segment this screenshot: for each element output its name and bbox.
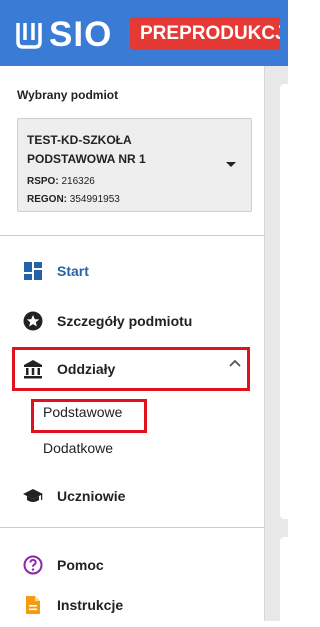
nav-label-instructions: Instrukcje (57, 597, 124, 613)
nav-item-start[interactable]: Start (0, 251, 265, 291)
nav-label-divisions: Oddziały (57, 361, 116, 377)
nav-label-start: Start (57, 263, 89, 279)
regon-value: 354991953 (69, 194, 120, 205)
entity-name: TEST-KD-SZKOŁA PODSTAWOWA NR 1 (27, 131, 207, 169)
divider (0, 235, 265, 236)
content-card (280, 84, 292, 519)
nav-label-students: Uczniowie (57, 488, 126, 504)
graduation-cap-icon (23, 489, 43, 502)
entity-name-line1: TEST-KD-SZKOŁA (27, 133, 132, 147)
entity-regon: REGON: 354991953 (27, 194, 120, 205)
nav-label-help: Pomoc (57, 557, 104, 573)
institution-icon (24, 360, 42, 379)
environment-badge: PREPRODUKCJA (130, 17, 280, 50)
dashboard-icon (24, 262, 42, 280)
entity-selector[interactable]: TEST-KD-SZKOŁA PODSTAWOWA NR 1 RSPO: 216… (17, 118, 252, 212)
content-card-lower (280, 537, 292, 627)
star-badge-icon (23, 311, 43, 331)
nav-item-students[interactable]: Uczniowie (0, 476, 265, 516)
selected-entity-label: Wybrany podmiot (17, 88, 119, 102)
help-circle-icon (23, 555, 43, 575)
nav-label-entity-details: Szczegóły podmiotu (57, 313, 193, 329)
nav-item-help[interactable]: Pomoc (0, 545, 265, 585)
app-header: SIO PREPRODUKCJA (0, 0, 288, 66)
divider (0, 527, 265, 528)
entity-rspo: RSPO: 216326 (27, 176, 95, 187)
sio-logo-icon (16, 23, 42, 49)
entity-name-line2: PODSTAWOWA NR 1 (27, 152, 146, 166)
nav-item-divisions[interactable]: Oddziały (0, 349, 265, 389)
rspo-value: 216326 (61, 176, 95, 187)
app-logo-text[interactable]: SIO (49, 15, 112, 55)
chevron-up-icon[interactable] (229, 359, 241, 367)
sub-item-primary[interactable]: Podstawowe (43, 404, 122, 420)
nav-item-instructions[interactable]: Instrukcje (0, 585, 265, 625)
rspo-label: RSPO: (27, 176, 59, 187)
sub-item-additional[interactable]: Dodatkowe (43, 440, 113, 456)
nav-item-entity-details[interactable]: Szczegóły podmiotu (0, 301, 265, 341)
document-icon (26, 596, 40, 614)
dropdown-arrow-icon[interactable] (226, 162, 236, 167)
regon-label: REGON: (27, 194, 67, 205)
